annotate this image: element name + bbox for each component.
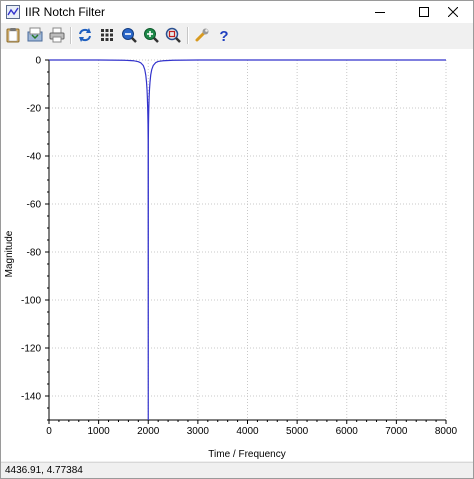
zoom-fit-icon bbox=[165, 27, 181, 43]
settings-wrench-icon bbox=[195, 28, 209, 42]
y-tick-label: -40 bbox=[27, 152, 42, 163]
close-button[interactable] bbox=[433, 1, 473, 23]
save-icon bbox=[27, 27, 43, 42]
grid-icon bbox=[101, 29, 113, 41]
clipboard-icon bbox=[6, 28, 20, 43]
refresh-button[interactable] bbox=[75, 25, 95, 45]
minimize-icon bbox=[375, 12, 385, 13]
save-button[interactable] bbox=[25, 25, 45, 45]
cursor-coordinates: 4436.91, 4.77384 bbox=[5, 465, 83, 476]
print-icon bbox=[49, 27, 65, 43]
x-tick-label: 0 bbox=[46, 426, 52, 437]
x-tick-label: 6000 bbox=[336, 426, 359, 437]
toolbar-separator bbox=[187, 27, 189, 44]
app-icon bbox=[6, 5, 20, 19]
x-tick-label: 5000 bbox=[286, 426, 309, 437]
toolbar-separator bbox=[70, 27, 72, 44]
refresh-icon bbox=[79, 28, 91, 42]
magnitude-chart[interactable]: 0 1000 2000 3000 4000 5000 6000 7000 8000 0 -20 -40… bbox=[1, 49, 473, 461]
zoom-in-button[interactable] bbox=[141, 25, 161, 45]
y-tick-label: -60 bbox=[27, 200, 42, 211]
help-icon: ? bbox=[219, 28, 228, 43]
window-title: IIR Notch Filter bbox=[25, 5, 106, 19]
y-tick-label: -100 bbox=[21, 296, 41, 307]
x-tick-label: 7000 bbox=[385, 426, 408, 437]
x-tick-label: 8000 bbox=[435, 426, 458, 437]
y-tick-label: -140 bbox=[21, 392, 41, 403]
app-window: IIR Notch Filter ? 0 1000 2000 3000 4000… bbox=[0, 0, 474, 479]
zoom-out-button[interactable] bbox=[119, 25, 139, 45]
chart-grid bbox=[49, 59, 447, 420]
plot-area[interactable]: 0 1000 2000 3000 4000 5000 6000 7000 8000 0 -20 -40… bbox=[1, 49, 473, 461]
close-icon bbox=[448, 7, 458, 17]
title-bar[interactable]: IIR Notch Filter bbox=[1, 1, 473, 23]
x-tick-label: 3000 bbox=[187, 426, 210, 437]
toolbar: ? bbox=[1, 24, 473, 48]
x-tick-label: 1000 bbox=[88, 426, 111, 437]
copy-button[interactable] bbox=[3, 25, 23, 45]
chart-ticks: 0 1000 2000 3000 4000 5000 6000 7000 8000 0 -20 -40… bbox=[21, 56, 458, 438]
minimize-button[interactable] bbox=[360, 1, 400, 23]
print-button[interactable] bbox=[47, 25, 67, 45]
settings-button[interactable] bbox=[192, 25, 212, 45]
x-axis-label: Time / Frequency bbox=[208, 449, 285, 460]
y-tick-label: -20 bbox=[27, 104, 42, 115]
svg-text:?: ? bbox=[219, 28, 228, 43]
x-tick-label: 2000 bbox=[137, 426, 160, 437]
zoom-out-icon bbox=[122, 28, 137, 43]
status-bar: 4436.91, 4.77384 bbox=[1, 462, 473, 478]
zoom-in-icon bbox=[144, 28, 159, 43]
y-tick-label: -120 bbox=[21, 344, 41, 355]
zoom-fit-button[interactable] bbox=[163, 25, 183, 45]
x-tick-label: 4000 bbox=[236, 426, 259, 437]
y-tick-label: -80 bbox=[27, 248, 42, 259]
y-tick-label: 0 bbox=[35, 56, 41, 67]
maximize-icon bbox=[419, 7, 429, 17]
y-axis-label: Magnitude bbox=[4, 230, 15, 277]
grid-button[interactable] bbox=[97, 25, 117, 45]
help-button[interactable]: ? bbox=[214, 25, 234, 45]
